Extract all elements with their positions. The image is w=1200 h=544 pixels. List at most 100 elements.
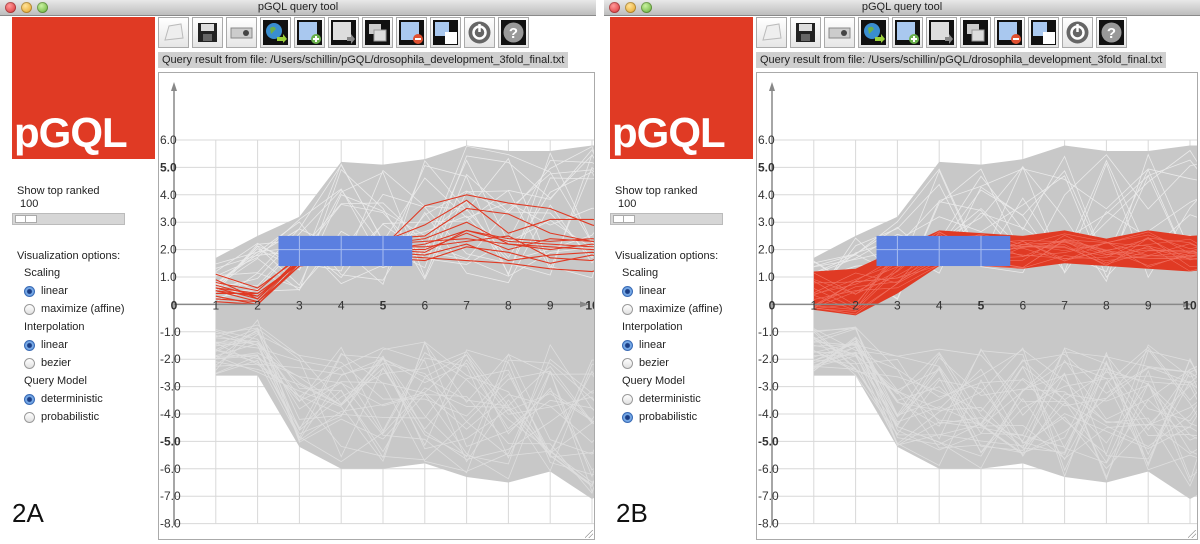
remove-query-button[interactable] <box>994 17 1025 48</box>
radio-indicator[interactable] <box>24 411 35 423</box>
globe-export-button[interactable] <box>858 17 889 48</box>
x-tick-label: 10 <box>585 298 594 312</box>
x-tick-label: 9 <box>547 298 554 312</box>
x-tick-label: 8 <box>1103 298 1110 312</box>
query-model-radio-probabilistic[interactable]: probabilistic <box>622 411 697 423</box>
help-button[interactable]: ? <box>498 17 529 48</box>
y-tick-label: -3.0 <box>160 380 181 394</box>
parallel-coordinates-plot[interactable]: 012345678910116.05.04.03.02.01.0-1.0-2.0… <box>757 73 1197 539</box>
scaling-radio-maximize[interactable]: maximize (affine) <box>622 303 723 315</box>
overlap-boxes-button[interactable] <box>1028 17 1059 48</box>
title-bar: pGQL query tool <box>604 0 1200 16</box>
radio-indicator[interactable] <box>24 339 35 351</box>
slider-thumb[interactable] <box>15 215 37 223</box>
y-tick-label: -8.0 <box>758 517 779 531</box>
top-ranked-slider[interactable] <box>12 213 125 225</box>
remove-query-button[interactable] <box>396 17 427 48</box>
power-button[interactable] <box>464 17 495 48</box>
query-model-radio-probabilistic[interactable]: probabilistic <box>24 411 99 423</box>
scaling-radio-linear[interactable]: linear <box>622 285 666 297</box>
y-tick-label: 2.0 <box>758 243 775 257</box>
y-tick-label: -2.0 <box>160 352 181 366</box>
resize-box-icon <box>365 20 390 45</box>
radio-indicator[interactable] <box>24 285 35 297</box>
y-tick-label: -6.0 <box>758 462 779 476</box>
overlap-boxes-button[interactable] <box>430 17 461 48</box>
add-query-icon <box>297 20 322 45</box>
query-model-radio-deterministic[interactable]: deterministic <box>24 393 103 405</box>
radio-label: deterministic <box>41 393 103 405</box>
radio-indicator[interactable] <box>622 411 633 423</box>
open-folder-button[interactable] <box>756 17 787 48</box>
query-model-radio-deterministic[interactable]: deterministic <box>622 393 701 405</box>
scaling-radio-maximize[interactable]: maximize (affine) <box>24 303 125 315</box>
radio-indicator[interactable] <box>622 357 633 369</box>
interpolation-label: Interpolation <box>24 321 85 333</box>
help-button[interactable]: ? <box>1096 17 1127 48</box>
svg-text:?: ? <box>1107 25 1116 42</box>
forward-query-button[interactable] <box>328 17 359 48</box>
file-path-label: Query result from file: /Users/schillin/… <box>158 52 569 68</box>
radio-indicator[interactable] <box>622 393 633 405</box>
y-axis-arrow <box>171 82 177 91</box>
remove-query-icon <box>997 20 1022 45</box>
projector-button[interactable] <box>226 17 257 48</box>
radio-indicator[interactable] <box>622 303 633 315</box>
radio-indicator[interactable] <box>24 357 35 369</box>
interpolation-radio-bezier[interactable]: bezier <box>622 357 669 369</box>
interpolation-radio-bezier[interactable]: bezier <box>24 357 71 369</box>
radio-label: probabilistic <box>41 411 100 423</box>
query-model-label: Query Model <box>24 375 87 387</box>
y-tick-label: 6.0 <box>758 133 775 147</box>
x-tick-label: 7 <box>1061 298 1068 312</box>
radio-indicator[interactable] <box>622 339 633 351</box>
add-query-button[interactable] <box>892 17 923 48</box>
window-title: pGQL query tool <box>861 1 943 13</box>
x-tick-label: 8 <box>505 298 512 312</box>
chart-area[interactable]: 012345678910116.05.04.03.02.01.0-1.0-2.0… <box>158 72 595 540</box>
slider-thumb[interactable] <box>613 215 635 223</box>
radio-label: maximize (affine) <box>41 303 125 315</box>
y-tick-label: 3.0 <box>160 215 177 229</box>
top-ranked-slider[interactable] <box>610 213 723 225</box>
resize-grip[interactable] <box>1188 530 1196 538</box>
x-tick-label: 7 <box>463 298 470 312</box>
add-query-icon <box>895 20 920 45</box>
parallel-coordinates-plot[interactable]: 012345678910116.05.04.03.02.01.0-1.0-2.0… <box>159 73 594 539</box>
resize-grip[interactable] <box>585 530 593 538</box>
query-box-rect[interactable] <box>278 235 413 267</box>
save-disk-icon <box>198 23 217 42</box>
y-tick-label: -1.0 <box>758 325 779 339</box>
radio-label: bezier <box>639 357 669 369</box>
power-button[interactable] <box>1062 17 1093 48</box>
resize-box-button[interactable] <box>960 17 991 48</box>
radio-label: linear <box>41 339 68 351</box>
open-folder-button[interactable] <box>158 17 189 48</box>
projector-button[interactable] <box>824 17 855 48</box>
chart-area[interactable]: 012345678910116.05.04.03.02.01.0-1.0-2.0… <box>756 72 1198 540</box>
globe-export-button[interactable] <box>260 17 291 48</box>
x-tick-label: 10 <box>1183 298 1197 312</box>
x-tick-label: 3 <box>296 298 303 312</box>
interpolation-radio-linear[interactable]: linear <box>24 339 68 351</box>
radio-label: bezier <box>41 357 71 369</box>
resize-box-button[interactable] <box>362 17 393 48</box>
y-axis-arrow <box>769 82 775 91</box>
y-tick-label: -4.0 <box>160 407 181 421</box>
radio-indicator[interactable] <box>24 393 35 405</box>
save-disk-button[interactable] <box>790 17 821 48</box>
forward-query-icon <box>929 20 954 45</box>
x-tick-label: 4 <box>936 298 943 312</box>
add-query-button[interactable] <box>294 17 325 48</box>
query-box-rect[interactable] <box>876 235 1011 267</box>
interpolation-radio-linear[interactable]: linear <box>622 339 666 351</box>
scaling-radio-linear[interactable]: linear <box>24 285 68 297</box>
radio-indicator[interactable] <box>622 285 633 297</box>
window-title: pGQL query tool <box>257 1 339 13</box>
x-tick-label: 1 <box>212 298 219 312</box>
file-path-label: Query result from file: /Users/schillin/… <box>756 52 1167 68</box>
window-panel-b: pGQL query tool pGQL ? Query result from… <box>604 0 1200 544</box>
radio-indicator[interactable] <box>24 303 35 315</box>
forward-query-button[interactable] <box>926 17 957 48</box>
save-disk-button[interactable] <box>192 17 223 48</box>
